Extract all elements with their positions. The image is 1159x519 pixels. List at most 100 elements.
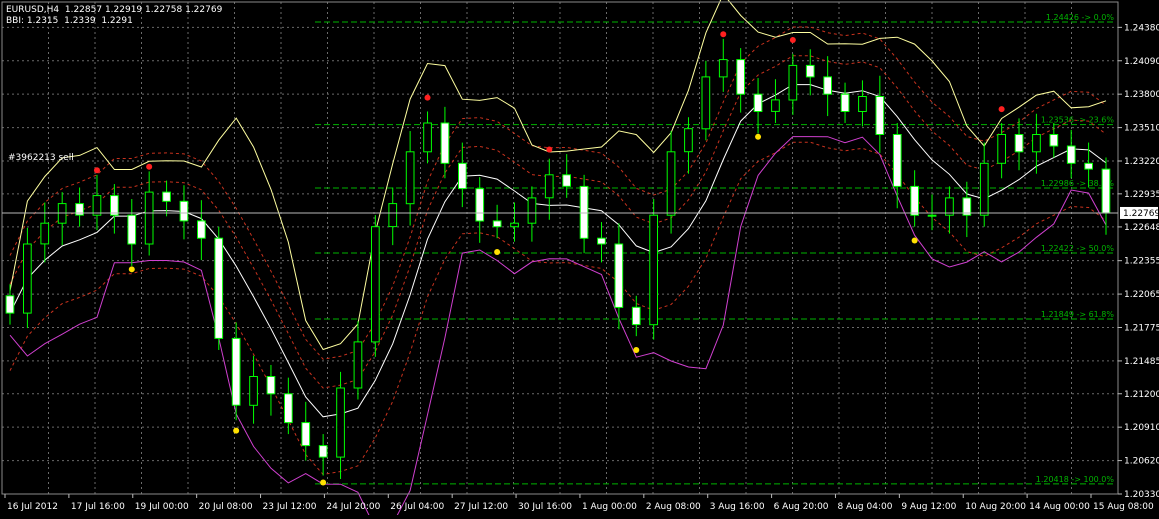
fractal-down-marker (755, 133, 762, 140)
candle-body (1032, 134, 1041, 153)
candle-body (927, 214, 937, 217)
candle-body (892, 134, 902, 187)
x-tick-label: 9 Aug 12:00 (901, 502, 956, 512)
candle-body (23, 243, 32, 314)
candle-body (736, 59, 745, 95)
candle-body (544, 174, 554, 199)
y-tick-label: 1.20620 (1124, 457, 1159, 467)
price-chart[interactable]: 1.24426 -> 0.0% 1.23536 -> 23.6% 1.22986 -… (0, 0, 1159, 519)
candle-body (753, 93, 763, 112)
x-tick-label: 6 Aug 20:00 (774, 502, 829, 512)
candle-body (666, 151, 676, 216)
y-tick-label: 1.22648 (1124, 223, 1159, 233)
fib-level-label: 1.22422 -> 50.0% (1041, 244, 1115, 253)
y-tick-label: 1.23510 (1124, 124, 1159, 134)
x-tick-label: 14 Aug 00:00 (1029, 502, 1090, 512)
fractal-up-marker (789, 37, 796, 44)
candle-body (144, 191, 154, 245)
candle-body (492, 220, 502, 228)
fib-level-label: 1.20418 -> 100.0% (1036, 475, 1115, 484)
candle-body (301, 422, 311, 447)
fractal-up-marker (424, 94, 431, 101)
candle-body (788, 64, 798, 101)
y-tick-label: 1.20910 (1124, 423, 1159, 433)
y-tick-label: 1.21200 (1124, 390, 1159, 400)
candle-body (440, 122, 450, 164)
fractal-up-marker (546, 146, 553, 153)
candle-body (684, 128, 693, 153)
candle-body (475, 188, 485, 222)
candle-body (823, 76, 832, 95)
candle-body (179, 200, 189, 222)
candle-body (231, 337, 241, 406)
candle-body (805, 64, 815, 78)
y-tick-label: 1.22935 (1124, 190, 1159, 200)
x-tick-label: 1 Aug 00:00 (582, 502, 637, 512)
fib-level-label: 1.21849 -> 61.8% (1041, 310, 1115, 319)
y-tick-label: 1.20330 (1124, 490, 1159, 500)
x-tick-label: 10 Aug 20:00 (965, 502, 1026, 512)
fractal-up-marker (720, 31, 727, 38)
candle-body (266, 376, 276, 395)
candle-body (527, 197, 537, 224)
candle-body (771, 99, 780, 112)
fractal-down-marker (911, 237, 918, 244)
candle-body (875, 96, 885, 135)
candle-body (214, 237, 224, 339)
fractal-up-marker (146, 163, 153, 170)
order-label[interactable]: #3962213 sell (8, 153, 74, 163)
x-tick-label: 2 Aug 08:00 (646, 502, 701, 512)
fractal-down-marker (233, 427, 240, 434)
ohlc-values: 1.22857 1.22919 1.22758 1.22769 (64, 5, 223, 15)
candle-body (1049, 134, 1059, 147)
y-tick-label: 1.23220 (1124, 157, 1159, 167)
candle-body (249, 376, 258, 406)
candle-body (649, 214, 658, 326)
candle-body (318, 445, 328, 458)
candle-body (388, 203, 398, 228)
candle-body (910, 185, 919, 216)
x-tick-label: 23 Jul 12:00 (263, 502, 317, 512)
candle-body (718, 59, 728, 78)
x-tick-label: 24 Jul 20:00 (326, 502, 380, 512)
candle-body (127, 214, 137, 245)
candle-body (579, 185, 589, 239)
candle-body (1066, 145, 1076, 164)
fractal-down-marker (128, 266, 135, 273)
chart-svg[interactable]: 1.24426 -> 0.0%1.23536 -> 23.6%1.22986 -… (0, 0, 1159, 519)
y-tick-label: 1.23800 (1124, 90, 1159, 100)
candle-body (1084, 162, 1094, 170)
x-tick-label: 27 Jul 12:00 (454, 502, 508, 512)
x-tick-label: 19 Jul 00:00 (135, 502, 189, 512)
candle-body (597, 237, 606, 245)
candle-body (40, 222, 50, 245)
candle-body (162, 191, 171, 202)
candle-body (5, 295, 15, 314)
candle-body (631, 306, 641, 326)
candle-body (840, 93, 850, 112)
x-tick-label: 20 Jul 08:00 (199, 502, 253, 512)
candle-body (510, 222, 519, 228)
x-tick-label: 26 Jul 04:00 (390, 502, 444, 512)
y-tick-label: 1.21775 (1124, 324, 1159, 334)
x-tick-label: 3 Aug 16:00 (710, 502, 765, 512)
candle-body (858, 96, 867, 112)
fractal-down-marker (320, 479, 327, 486)
candle-body (92, 195, 102, 216)
candle-body (458, 162, 467, 190)
current-price-label: 1.22769 (1123, 209, 1159, 219)
candle-body (371, 226, 380, 343)
candle-body (423, 122, 432, 153)
fib-level-label: 1.23536 -> 23.6% (1041, 116, 1115, 125)
fractal-down-marker (494, 249, 501, 256)
fractal-down-marker (633, 346, 640, 353)
fractal-up-marker (998, 106, 1005, 113)
x-tick-label: 8 Aug 04:00 (837, 502, 892, 512)
y-tick-label: 1.24090 (1124, 57, 1159, 67)
y-tick-label: 1.22065 (1124, 290, 1159, 300)
candle-body (997, 134, 1006, 164)
fib-level-label: 1.24426 -> 0.0% (1046, 13, 1114, 22)
candle-body (405, 151, 415, 205)
symbol-label: EURUSD,H4 (6, 5, 60, 15)
candle-body (353, 341, 363, 389)
